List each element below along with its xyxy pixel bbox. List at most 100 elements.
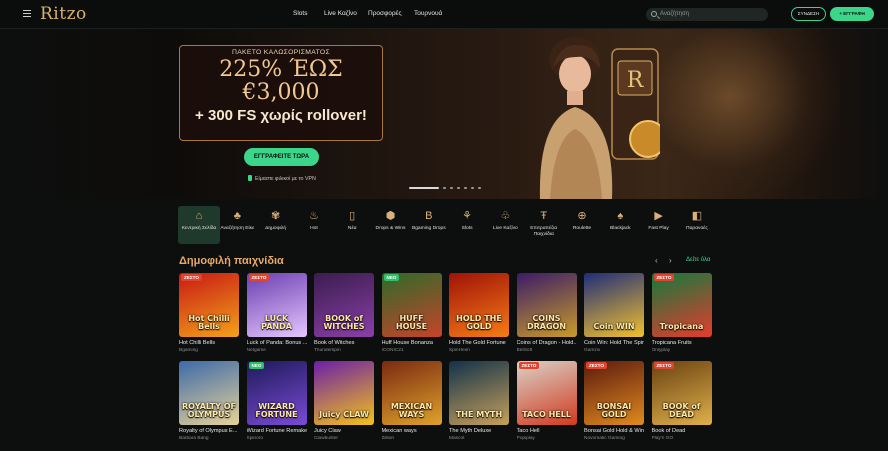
game-name[interactable]: Bonsai Gold Hold & Win [584, 428, 644, 434]
game-thumbnail[interactable]: THE MYTH [449, 361, 509, 425]
game-name[interactable]: Mexican ways [382, 428, 442, 434]
nav-slots[interactable]: Slots [293, 10, 307, 17]
play-icon: ▶ [654, 210, 663, 222]
game-thumbnail[interactable]: MEXICAN WAYS [381, 361, 442, 425]
game-provider: BetSoft [516, 348, 533, 353]
game-tile[interactable]: BOOK of WITCHES Book of Witches Thunderspi… [314, 273, 374, 353]
game-thumbnail[interactable]: ΖΕΣΤΟ TACO HELL [516, 361, 577, 425]
game-tile[interactable]: ROYALTY OF OLYMPUS Royalty of Olympus E..… [179, 361, 239, 441]
game-provider: ICONIC21 [381, 348, 404, 353]
game-thumbnail[interactable]: ΖΕΣΤΟ BONSAI GOLD [584, 361, 644, 425]
game-badge: ΖΕΣΤΟ [653, 362, 675, 369]
game-thumbnail[interactable]: BOOK of WITCHES [314, 273, 374, 337]
game-name[interactable]: Book of Dead [652, 428, 712, 434]
section-title: Δημοφιλή παιχνίδια [179, 255, 284, 267]
chip-icon: ◧ [691, 210, 703, 222]
nav-live-casino[interactable]: Live Καζίνο [324, 10, 357, 17]
game-thumbnail[interactable]: ΖΕΣΤΟ Hot Chilli Bells [179, 273, 239, 337]
carousel-dot[interactable] [464, 187, 467, 189]
game-thumbnail[interactable]: ΖΕΣΤΟ LUCK PANDA [246, 273, 307, 337]
game-name[interactable]: Taco Hell [517, 428, 577, 434]
category-item[interactable]: B Bgaming Drops [408, 206, 450, 244]
game-tile[interactable]: HOLD THE GOLD Hold The Gold Fortune SpinHe… [449, 273, 509, 353]
game-name[interactable]: Tropicana Fruits [652, 340, 712, 346]
game-art-title: BONSAI GOLD [596, 402, 632, 419]
game-name[interactable]: Hold The Gold Fortune [449, 340, 509, 346]
game-tile[interactable]: COINS DRAGON Coins of Dragon - Hold... Bet… [516, 273, 577, 353]
vpn-note-text: Είμαστε φιλικοί με το VPN [255, 176, 316, 182]
category-item[interactable]: ⚘ Slots [446, 206, 488, 244]
category-item[interactable]: ⬢ Drops & Wins [370, 206, 412, 244]
category-item[interactable]: ♣ Αναζήτηση Είκε [216, 206, 258, 244]
game-tile[interactable]: Coin WIN Coin Win: Hold The Spin Gamzix [584, 273, 644, 353]
search-input[interactable]: Αναζήτηση [646, 8, 768, 21]
chevron-right-icon[interactable]: › [669, 256, 672, 265]
carousel-dot[interactable] [471, 187, 474, 189]
game-name[interactable]: Royalty of Olympus E... [179, 428, 239, 434]
category-item[interactable]: Ŧ Επιτραπέζια Παιχνίδια [523, 206, 565, 244]
flame-icon: ♨ [308, 210, 319, 222]
category-item[interactable]: ◧ Παρανοές [676, 206, 718, 244]
carousel-dot[interactable] [443, 187, 446, 189]
game-name[interactable]: Hot Chilli Bells [179, 340, 239, 346]
game-tile[interactable]: MEXICAN WAYS Mexican ways Zillion [381, 361, 442, 441]
register-now-button[interactable]: ΕΓΓΡΑΦΕΙΤΕ ΤΩΡΑ [244, 148, 319, 166]
game-thumbnail[interactable]: ΖΕΣΤΟ Tropicana [651, 273, 712, 337]
game-name[interactable]: Juicy Claw [314, 428, 374, 434]
game-thumbnail[interactable]: COINS DRAGON [516, 273, 577, 337]
category-label: Live Καζίνο [493, 226, 518, 231]
game-thumbnail[interactable]: ΝΕΟ HUFF HOUSE [381, 273, 442, 337]
category-item[interactable]: ▶ Fast Play [638, 206, 680, 244]
game-thumbnail[interactable]: ΝΕΟ WIZARD FORTUNE [246, 361, 307, 425]
menu-icon[interactable] [23, 10, 31, 17]
game-name[interactable]: Huff House Bonanza [382, 340, 442, 346]
game-art-title: BOOK of WITCHES [323, 314, 365, 331]
game-thumbnail[interactable]: HOLD THE GOLD [449, 273, 509, 337]
game-name[interactable]: The Myth Deluxe [449, 428, 509, 434]
game-thumbnail[interactable]: Juicy CLAW [314, 361, 374, 425]
carousel-dot[interactable] [450, 187, 453, 189]
club-icon: ♧ [500, 210, 511, 222]
game-thumbnail[interactable]: Coin WIN [584, 273, 644, 337]
game-tile[interactable]: THE MYTH The Myth Deluxe Mascot [449, 361, 509, 441]
category-item[interactable]: ▯ Νέα [331, 206, 373, 244]
logo[interactable]: Ritzo [40, 4, 87, 24]
game-tile[interactable]: ΖΕΣΤΟ BOOK of DEAD Book of Dead Play'n GO [651, 361, 712, 441]
nav-promotions[interactable]: Προσφορές [368, 10, 402, 17]
category-item[interactable]: ⊕ Roulette [561, 206, 603, 244]
game-tile[interactable]: ΝΕΟ WIZARD FORTUNE Wizard Fortune Remake Sp… [246, 361, 307, 441]
game-name[interactable]: Coin Win: Hold The Spin [584, 340, 644, 346]
category-item[interactable]: ✾ Δημοφιλή [255, 206, 297, 244]
game-tile[interactable]: ΖΕΣΤΟ Tropicana Tropicana Fruits Onlyplay [651, 273, 712, 353]
game-tile[interactable]: ΝΕΟ HUFF HOUSE Huff House Bonanza ICONIC21 [381, 273, 442, 353]
game-name[interactable]: Wizard Fortune Remake [247, 428, 307, 434]
game-name[interactable]: Book of Witches [314, 340, 374, 346]
login-button[interactable]: ΣΥΝΔΕΣΗ [791, 7, 826, 21]
game-tile[interactable]: ΖΕΣΤΟ TACO HELL Taco Hell Popiplay [516, 361, 577, 441]
game-art-title: ROYALTY OF OLYMPUS [182, 402, 236, 419]
offer-amount: €3,000 [242, 80, 320, 105]
chevron-left-icon[interactable]: ‹ [655, 256, 658, 265]
category-item[interactable]: ♨ Hot [293, 206, 335, 244]
carousel-dot[interactable] [457, 187, 460, 189]
game-tile[interactable]: ΖΕΣΤΟ Hot Chilli Bells Hot Chilli Bells Bga… [179, 273, 239, 353]
category-bar: ⌂ Κεντρική Σελίδα ♣ Αναζήτηση Είκε ✾ Δημοφιλή… [178, 206, 718, 246]
category-label: Αναζήτηση Είκε [220, 226, 255, 231]
game-badge: ΖΕΣΤΟ [586, 362, 607, 369]
game-tile[interactable]: ΖΕΣΤΟ LUCK PANDA Luck of Panda: Bonus ... N… [246, 273, 307, 353]
category-item[interactable]: ♧ Live Καζίνο [484, 206, 526, 244]
register-button[interactable]: + ΕΓΓΡΑΦΗ [830, 7, 874, 21]
hero-banner[interactable]: R ΠΑΚΕΤΟ ΚΑΛΩΣΟΡΙΣΜΑΤΟΣ 225% ΈΩΣ €3,000 … [0, 29, 888, 199]
category-item[interactable]: ♠ Blackjack [599, 206, 641, 244]
game-thumbnail[interactable]: ΖΕΣΤΟ BOOK of DEAD [651, 361, 712, 425]
carousel-dot[interactable] [409, 187, 439, 189]
game-name[interactable]: Luck of Panda: Bonus ... [247, 340, 307, 346]
game-thumbnail[interactable]: ROYALTY OF OLYMPUS [179, 361, 239, 425]
nav-tournaments[interactable]: Τουρνουά [414, 10, 442, 17]
game-name[interactable]: Coins of Dragon - Hold... [517, 340, 577, 346]
carousel-dot[interactable] [478, 187, 481, 189]
game-tile[interactable]: Juicy CLAW Juicy Claw Clawbuster [314, 361, 374, 441]
see-all-link[interactable]: Δείτε όλα [686, 257, 710, 263]
category-item[interactable]: ⌂ Κεντρική Σελίδα [178, 206, 220, 244]
game-tile[interactable]: ΖΕΣΤΟ BONSAI GOLD Bonsai Gold Hold & Win No… [584, 361, 644, 441]
